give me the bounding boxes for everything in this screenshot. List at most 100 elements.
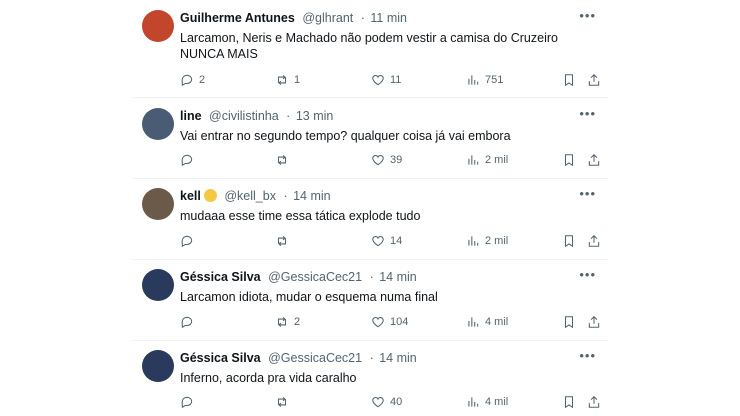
- author-name[interactable]: Géssica Silva: [180, 351, 261, 365]
- views-button[interactable]: 4 mil: [466, 314, 508, 330]
- reply-button[interactable]: [180, 394, 199, 410]
- avatar[interactable]: [142, 269, 174, 301]
- separator-dot: ·: [369, 270, 374, 284]
- like-button[interactable]: 104: [371, 314, 408, 330]
- reply-button[interactable]: [180, 233, 199, 249]
- retweet-button[interactable]: [275, 233, 294, 249]
- tweet[interactable]: kell @kell_bx · 14 min ••• mudaaa esse t…: [133, 179, 608, 260]
- more-options-icon[interactable]: •••: [579, 348, 596, 363]
- tweet-time[interactable]: 11 min: [370, 11, 407, 25]
- like-button[interactable]: 39: [371, 152, 402, 168]
- more-options-icon[interactable]: •••: [579, 8, 596, 23]
- bookmark-icon: [564, 316, 574, 329]
- reply-icon: [181, 316, 193, 329]
- tweet-time[interactable]: 14 min: [379, 351, 417, 365]
- heart-icon: [372, 236, 384, 247]
- face-emoji-icon: [203, 189, 217, 202]
- reply-feed: Guilherme Antunes @glhrant · 11 min ••• …: [133, 0, 608, 416]
- tweet[interactable]: Géssica Silva @GessicaCec21 · 14 min •••…: [133, 260, 608, 341]
- views-button[interactable]: 4 mil: [466, 394, 508, 410]
- bookmark-button[interactable]: [562, 152, 576, 168]
- view-count: 2 mil: [485, 154, 509, 166]
- author-handle[interactable]: @glhrant: [302, 11, 353, 25]
- share-button[interactable]: [587, 152, 601, 168]
- views-button[interactable]: 2 mil: [466, 152, 508, 168]
- view-count: 751: [485, 74, 504, 86]
- share-button[interactable]: [587, 72, 601, 88]
- share-button[interactable]: [587, 233, 601, 249]
- author-handle[interactable]: @civilistinha: [209, 109, 279, 123]
- author-handle[interactable]: @kell_bx: [224, 189, 276, 203]
- views-button[interactable]: 2 mil: [466, 233, 508, 249]
- author-handle[interactable]: @GessicaCec21: [268, 270, 362, 284]
- avatar[interactable]: [142, 108, 174, 140]
- like-count: 40: [390, 396, 403, 408]
- more-options-icon[interactable]: •••: [579, 106, 596, 121]
- share-icon: [588, 396, 600, 408]
- like-count: 11: [390, 74, 402, 86]
- tweet[interactable]: Géssica Silva @GessicaCec21 · 14 min •••…: [133, 341, 608, 416]
- share-icon: [588, 74, 600, 86]
- share-button[interactable]: [587, 314, 601, 330]
- like-count: 14: [390, 235, 403, 247]
- retweet-button[interactable]: [275, 394, 294, 410]
- author-name[interactable]: line: [180, 109, 202, 123]
- bookmark-icon: [564, 396, 574, 409]
- tweet-time[interactable]: 14 min: [293, 189, 331, 203]
- reply-button[interactable]: [180, 152, 199, 168]
- bookmark-icon: [564, 74, 574, 87]
- tweet[interactable]: Guilherme Antunes @glhrant · 11 min ••• …: [133, 0, 608, 98]
- view-count: 4 mil: [485, 316, 509, 328]
- avatar[interactable]: [142, 188, 174, 220]
- reply-icon: [181, 235, 193, 248]
- reply-icon: [181, 154, 193, 167]
- like-button[interactable]: 40: [371, 394, 402, 410]
- heart-icon: [372, 75, 384, 86]
- like-button[interactable]: 11: [371, 72, 401, 88]
- tweet[interactable]: line @civilistinha · 13 min ••• Vai entr…: [133, 98, 608, 179]
- more-options-icon[interactable]: •••: [579, 267, 596, 282]
- tweet-time[interactable]: 14 min: [379, 270, 417, 284]
- bookmark-button[interactable]: [562, 233, 576, 249]
- views-chart-icon: [468, 397, 479, 407]
- separator-dot: ·: [283, 189, 288, 203]
- bookmark-button[interactable]: [562, 314, 576, 330]
- author-name[interactable]: Guilherme Antunes: [180, 11, 295, 25]
- retweet-icon: [277, 235, 287, 247]
- author-handle[interactable]: @GessicaCec21: [268, 351, 362, 365]
- retweet-icon: [277, 74, 287, 86]
- retweet-button[interactable]: 1: [275, 72, 300, 88]
- author-name[interactable]: kell: [180, 189, 201, 203]
- avatar[interactable]: [142, 350, 174, 382]
- like-count: 39: [390, 154, 403, 166]
- retweet-count: 2: [294, 316, 301, 328]
- reply-button[interactable]: [180, 314, 199, 330]
- author-name[interactable]: Géssica Silva: [180, 270, 261, 284]
- share-icon: [588, 154, 600, 166]
- like-button[interactable]: 14: [371, 233, 402, 249]
- view-count: 2 mil: [485, 235, 509, 247]
- reply-icon: [181, 396, 193, 409]
- tweet-text: Inferno, acorda pra vida caralho: [180, 371, 357, 385]
- retweet-button[interactable]: [275, 152, 294, 168]
- tweet-time[interactable]: 13 min: [296, 109, 334, 123]
- bookmark-icon: [564, 235, 574, 248]
- views-chart-icon: [468, 317, 479, 327]
- tweet-text: mudaaa esse time essa tática explode tud…: [180, 209, 421, 223]
- views-chart-icon: [468, 236, 479, 246]
- retweet-icon: [277, 396, 287, 408]
- bookmark-button[interactable]: [562, 72, 576, 88]
- separator-dot: ·: [360, 11, 365, 25]
- avatar[interactable]: [142, 10, 174, 42]
- retweet-button[interactable]: 2: [275, 314, 300, 330]
- reply-button[interactable]: 2: [180, 72, 205, 88]
- views-chart-icon: [468, 155, 479, 165]
- bookmark-button[interactable]: [562, 394, 576, 410]
- heart-icon: [372, 397, 384, 408]
- share-button[interactable]: [587, 394, 601, 410]
- views-button[interactable]: 751: [466, 72, 503, 88]
- separator-dot: ·: [286, 109, 291, 123]
- more-options-icon[interactable]: •••: [579, 186, 596, 201]
- share-icon: [588, 316, 600, 328]
- tweet-text: Larcamon idiota, mudar o esquema numa fi…: [180, 290, 438, 304]
